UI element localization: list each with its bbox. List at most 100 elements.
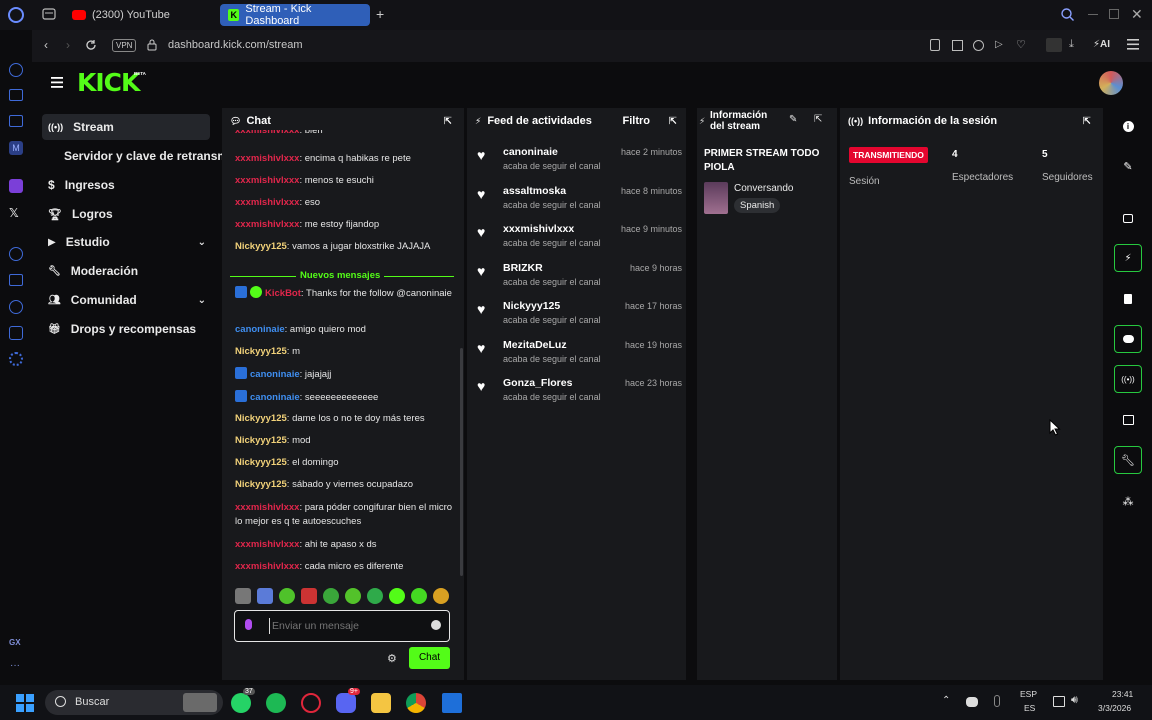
emote-icon[interactable] <box>279 588 295 604</box>
pencil-icon[interactable]: ✎ <box>1114 152 1142 180</box>
minimize-icon[interactable] <box>1088 14 1098 15</box>
connections-icon[interactable]: ⁂ <box>1114 487 1142 515</box>
notes-icon[interactable] <box>1114 285 1142 313</box>
activity-panel-icon[interactable]: ⚡︎ <box>1114 244 1142 272</box>
opera-gx-taskbar-icon[interactable] <box>301 693 321 713</box>
file-explorer-icon[interactable] <box>371 693 391 713</box>
more-icon[interactable]: ··· <box>10 660 20 671</box>
clock-date[interactable]: 3/3/2026 <box>1098 703 1131 713</box>
url-field[interactable]: dashboard.kick.com/stream <box>168 39 303 51</box>
feed-username[interactable]: assaltmoska <box>503 185 566 197</box>
category-thumbnail[interactable] <box>704 182 728 214</box>
pin-icon[interactable] <box>930 39 940 51</box>
adblock-icon[interactable] <box>973 40 984 51</box>
feed-username[interactable]: Nickyyy125 <box>503 300 560 312</box>
language-top[interactable]: ESP <box>1020 689 1037 699</box>
emote-icon[interactable] <box>411 588 427 604</box>
extensions-sidebar-icon[interactable] <box>9 326 23 340</box>
emote-icon[interactable] <box>345 588 361 604</box>
bookmarks-icon[interactable] <box>9 274 23 286</box>
reload-icon[interactable] <box>85 39 97 51</box>
avatar[interactable] <box>1099 71 1123 95</box>
popout-icon[interactable]: ⇱ <box>814 114 822 125</box>
chat-username[interactable]: Nickyyy125 <box>235 241 287 252</box>
emote-icon[interactable] <box>389 588 405 604</box>
menu-icon[interactable] <box>1127 39 1139 50</box>
chat-scrollbar[interactable] <box>460 348 463 576</box>
snapshot-icon[interactable] <box>952 40 963 51</box>
tray-mic-icon[interactable] <box>994 695 1000 707</box>
tray-chevron-icon[interactable]: ⌃ <box>942 695 950 706</box>
feed-username[interactable]: xxxmishivlxxx <box>503 223 574 235</box>
whatsapp-icon[interactable] <box>231 693 251 713</box>
spotify-icon[interactable] <box>266 693 286 713</box>
chat-input-box[interactable] <box>234 610 450 642</box>
twitch-icon[interactable] <box>9 179 23 193</box>
chat-username[interactable]: xxxmishivlxxx <box>235 197 299 208</box>
chat-input[interactable] <box>269 618 419 634</box>
camera-icon[interactable] <box>1114 204 1142 232</box>
chat-username[interactable]: Nickyyy125 <box>235 479 287 490</box>
emote-icon[interactable] <box>367 588 383 604</box>
language-bottom[interactable]: ES <box>1024 703 1035 713</box>
emote-icon[interactable] <box>301 588 317 604</box>
heart-icon[interactable]: ♡ <box>1016 38 1026 51</box>
chat-username[interactable]: Nickyyy125 <box>235 346 287 357</box>
x-twitter-icon[interactable]: 𝕏 <box>9 206 19 220</box>
volume-icon[interactable]: 🔊︎ <box>1071 694 1078 707</box>
edit-icon[interactable]: ✎ <box>789 114 797 125</box>
new-tab-icon[interactable]: + <box>376 6 384 22</box>
tab-switcher-icon[interactable] <box>42 8 56 20</box>
app-window-icon[interactable] <box>442 693 462 713</box>
info-icon[interactable]: i <box>1114 112 1142 140</box>
network-icon[interactable] <box>1053 696 1065 707</box>
speed-dial-icon[interactable] <box>9 247 23 261</box>
history-icon[interactable] <box>9 300 23 314</box>
ai-button[interactable]: ⚡AI <box>1093 39 1110 50</box>
tools-icon[interactable]: 🔧︎ <box>1114 446 1142 474</box>
tray-discord-icon[interactable] <box>966 697 978 707</box>
kick-logo[interactable]: KICK <box>77 68 140 97</box>
chat-username[interactable]: xxxmishivlxxx <box>235 561 299 572</box>
windows-start-icon[interactable] <box>16 694 34 712</box>
clock-time[interactable]: 23:41 <box>1112 689 1133 699</box>
vpn-badge[interactable]: VPN <box>112 39 137 52</box>
discord-icon[interactable] <box>336 693 356 713</box>
chat-username[interactable]: xxxmishivlxxx <box>235 153 299 164</box>
sidebar-item-drops[interactable]: 🎁︎ Drops y recompensas <box>42 316 210 342</box>
chat-username[interactable]: canoninaie <box>250 392 300 403</box>
player-sidebar-icon[interactable] <box>9 115 23 127</box>
chat-panel-icon[interactable] <box>1114 325 1142 353</box>
close-icon[interactable]: ✕ <box>1131 6 1143 23</box>
broadcast-panel-icon[interactable]: ((•)) <box>1114 365 1142 393</box>
chat-username[interactable]: xxxmishivlxxx <box>235 539 299 550</box>
crypto-wallet-icon[interactable] <box>9 89 23 101</box>
layout-icon[interactable] <box>1114 406 1142 434</box>
chrome-icon[interactable] <box>406 693 426 713</box>
feed-username[interactable]: Gonza_Flores <box>503 377 572 389</box>
back-icon[interactable]: ‹ <box>44 38 48 52</box>
sidebar-item-moderacion[interactable]: 🔧︎ Moderación <box>42 258 210 284</box>
popout-icon[interactable]: ⇱ <box>669 116 677 127</box>
microphone-icon[interactable] <box>245 619 252 630</box>
chat-username[interactable]: canoninaie <box>250 369 300 380</box>
emote-icon[interactable] <box>235 588 251 604</box>
feed-username[interactable]: MezitaDeLuz <box>503 339 567 351</box>
opera-logo-icon[interactable] <box>8 7 24 23</box>
gx-icon[interactable]: GX <box>9 638 21 647</box>
maximize-icon[interactable] <box>1109 9 1119 19</box>
feed-username[interactable]: BRIZKR <box>503 262 543 274</box>
feed-username[interactable]: canoninaie <box>503 146 558 158</box>
sidebar-item-server-key[interactable]: Servidor y clave de retransmisión <box>42 143 222 169</box>
chat-username[interactable]: Nickyyy125 <box>235 413 287 424</box>
chat-username[interactable]: Nickyyy125 <box>235 457 287 468</box>
extension-icon[interactable] <box>1046 38 1062 52</box>
filter-button[interactable]: Filtro <box>623 115 651 127</box>
emote-icon[interactable] <box>257 588 273 604</box>
taskbar-search-box[interactable]: Buscar <box>45 690 223 715</box>
download-icon[interactable]: ⤓ <box>1069 38 1074 51</box>
settings-icon[interactable] <box>9 352 23 366</box>
sidebar-item-logros[interactable]: 🏆︎ Logros <box>42 201 210 227</box>
emote-icon[interactable] <box>323 588 339 604</box>
language-tag[interactable]: Spanish <box>734 198 781 213</box>
